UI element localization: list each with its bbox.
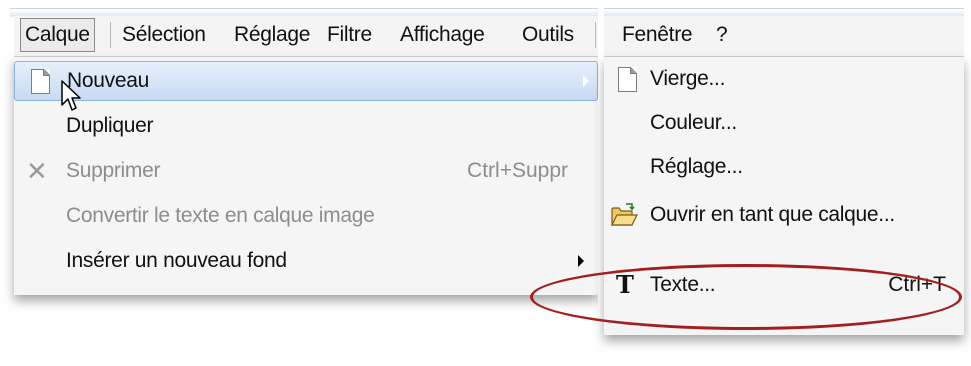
menu-item-nouveau[interactable]: Nouveau: [14, 61, 598, 101]
menu-item-supprimer[interactable]: ✕ Supprimer Ctrl+Suppr: [14, 151, 598, 191]
submenu-item-ouvrir-calque[interactable]: Ouvrir en tant que calque...: [604, 193, 964, 237]
menu-separator: [595, 22, 596, 48]
menu-item-label: Supprimer: [66, 159, 161, 182]
layer-menu-dropdown: Nouveau Dupliquer ✕ Supprimer Ctrl+Suppr…: [14, 57, 598, 295]
menu-affichage[interactable]: Affichage: [400, 16, 485, 54]
menu-outils[interactable]: Outils: [522, 16, 574, 54]
menu-item-shortcut: Ctrl+Suppr: [467, 159, 568, 182]
annotation-oval: [530, 264, 962, 330]
submenu-item-label: Couleur...: [650, 111, 737, 134]
menu-fenetre[interactable]: Fenêtre: [622, 16, 693, 54]
menu-separator: [110, 22, 111, 48]
menu-reglage[interactable]: Réglage: [234, 16, 310, 54]
menu-item-label: Convertir le texte en calque image: [66, 204, 375, 227]
menubar-right: Fenêtre ?: [604, 16, 964, 57]
menu-selection[interactable]: Sélection: [122, 16, 206, 54]
menu-item-convertir[interactable]: Convertir le texte en calque image: [14, 196, 598, 236]
submenu-item-reglage[interactable]: Réglage...: [604, 145, 964, 189]
menu-item-inserer-fond[interactable]: Insérer un nouveau fond: [14, 241, 598, 281]
menubar: Calque Sélection Réglage Filtre Affichag…: [14, 16, 598, 57]
delete-x-icon: ✕: [26, 156, 48, 186]
submenu-arrow-icon: [583, 75, 589, 87]
submenu-item-label: Réglage...: [650, 155, 743, 178]
menu-item-label: Insérer un nouveau fond: [66, 249, 287, 272]
open-folder-icon: [611, 203, 638, 226]
submenu-item-couleur[interactable]: Couleur...: [604, 101, 964, 145]
submenu-item-label: Vierge...: [650, 67, 726, 90]
menu-calque[interactable]: Calque: [20, 18, 95, 52]
menu-item-dupliquer[interactable]: Dupliquer: [14, 106, 598, 146]
submenu-item-label: Ouvrir en tant que calque...: [650, 203, 895, 226]
submenu-arrow-icon: [578, 255, 584, 267]
mouse-cursor-icon: [61, 80, 81, 111]
document-icon: [618, 67, 637, 92]
menu-help[interactable]: ?: [716, 16, 728, 54]
submenu-item-vierge[interactable]: Vierge...: [604, 57, 964, 101]
menu-filtre[interactable]: Filtre: [327, 16, 372, 54]
document-icon: [31, 69, 50, 94]
